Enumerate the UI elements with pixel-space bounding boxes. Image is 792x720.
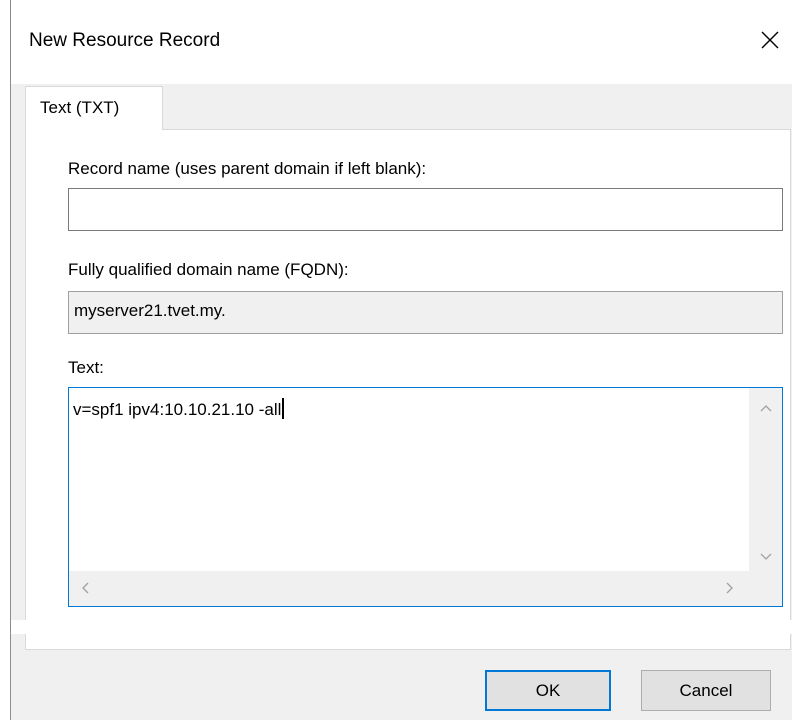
chevron-down-icon[interactable]	[760, 553, 772, 561]
text-value: v=spf1 ipv4:10.10.21.10 -all	[73, 398, 285, 420]
close-icon	[761, 31, 779, 49]
vertical-scrollbar[interactable]	[749, 388, 782, 571]
cancel-button[interactable]: Cancel	[641, 670, 771, 711]
tab-label: Text (TXT)	[40, 98, 120, 117]
ok-button[interactable]: OK	[485, 670, 611, 711]
text-label: Text:	[68, 358, 104, 377]
tab-text-txt[interactable]: Text (TXT)	[25, 86, 163, 130]
horizontal-scrollbar[interactable]	[69, 571, 782, 606]
new-resource-record-dialog: New Resource Record Text (TXT) Record na…	[10, 0, 792, 720]
close-button[interactable]	[747, 20, 792, 60]
text-input[interactable]: v=spf1 ipv4:10.10.21.10 -all	[68, 387, 783, 607]
fqdn-field: myserver21.tvet.my.	[68, 291, 783, 334]
text-caret	[282, 398, 285, 419]
fqdn-value: myserver21.tvet.my.	[74, 301, 226, 320]
chevron-right-icon[interactable]	[726, 582, 734, 594]
dialog-title: New Resource Record	[29, 30, 221, 51]
record-name-input[interactable]	[68, 188, 783, 231]
fqdn-label: Fully qualified domain name (FQDN):	[68, 260, 349, 279]
chevron-up-icon[interactable]	[760, 404, 772, 412]
divider	[11, 620, 792, 634]
record-name-label: Record name (uses parent domain if left …	[68, 159, 427, 178]
tab-panel: Record name (uses parent domain if left …	[25, 129, 791, 650]
chevron-left-icon[interactable]	[81, 582, 89, 594]
title-bar[interactable]: New Resource Record	[11, 0, 792, 84]
